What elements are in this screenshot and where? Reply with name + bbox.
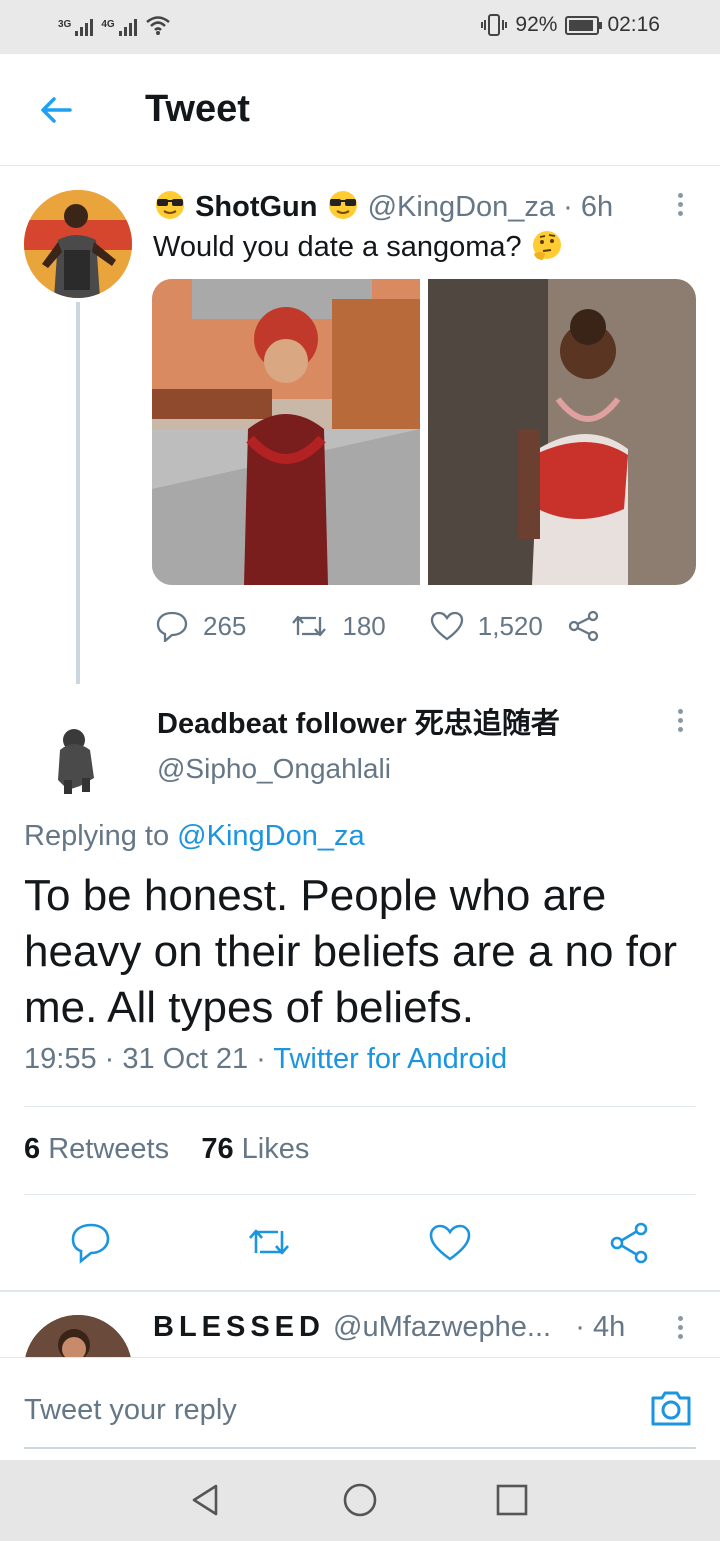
- tweet-media[interactable]: [152, 279, 696, 585]
- reply-icon[interactable]: [68, 1218, 114, 1268]
- clock: 02:16: [607, 13, 660, 36]
- tweet-action-bar: [0, 1218, 720, 1272]
- page-title: Tweet: [145, 88, 250, 130]
- reply-count: 265: [203, 610, 247, 641]
- avatar[interactable]: [24, 690, 132, 798]
- share-icon[interactable]: [607, 1218, 653, 1268]
- reply-input[interactable]: Tweet your reply: [24, 1394, 237, 1427]
- tweet-client-link[interactable]: Twitter for Android: [273, 1043, 507, 1075]
- retweet-icon[interactable]: [246, 1218, 292, 1268]
- signal-icon-2: 4G: [101, 19, 137, 36]
- replying-to-link[interactable]: @KingDon_za: [177, 820, 364, 852]
- retweet-count: 180: [342, 610, 386, 641]
- tweet-header: ShotGun @KingDon_za · 6h: [153, 190, 613, 224]
- media-photo-1[interactable]: [152, 279, 420, 585]
- like-count: 1,520: [477, 610, 543, 641]
- divider: [24, 1106, 696, 1107]
- media-photo-2[interactable]: [428, 279, 696, 585]
- retweet-stat[interactable]: 180: [290, 610, 386, 642]
- thinking-face-emoji-icon: [532, 231, 561, 260]
- heart-icon[interactable]: [427, 1218, 473, 1268]
- reply-stat[interactable]: 265: [155, 610, 246, 642]
- camera-icon[interactable]: [648, 1384, 694, 1430]
- wifi-icon: [145, 16, 170, 35]
- reply-composer: Tweet your reply: [0, 1357, 720, 1461]
- divider: [24, 1194, 696, 1195]
- share-icon[interactable]: [567, 610, 601, 642]
- thread-connector: [76, 302, 80, 684]
- sunglasses-emoji-icon: [156, 191, 184, 219]
- reply-header: BLESSED @uMfazwephe... · 4h: [153, 1311, 625, 1344]
- top-app-bar: Tweet: [0, 54, 720, 166]
- section-divider: [0, 1290, 720, 1292]
- tweet-timestamp: 19:55 · 31 Oct 21 · Twitter for Android: [24, 1043, 508, 1075]
- sunglasses-emoji-icon: [328, 191, 357, 219]
- author-handle[interactable]: @uMfazwephe...: [333, 1311, 551, 1343]
- vibrate-icon: [481, 14, 508, 36]
- author-name[interactable]: ShotGun: [195, 191, 317, 223]
- engagement-counts: 6 Retweets 76 Likes: [24, 1133, 309, 1166]
- signal-icon: 3G: [58, 19, 94, 36]
- retweet-icon: [292, 615, 327, 637]
- nav-home-icon[interactable]: [340, 1480, 380, 1520]
- system-navigation-bar: [0, 1460, 720, 1541]
- battery-icon: [565, 15, 603, 35]
- likes-count-link[interactable]: 76 Likes: [201, 1133, 309, 1165]
- replying-to: Replying to @KingDon_za: [24, 820, 365, 852]
- reply-icon: [156, 611, 188, 642]
- heart-icon: [430, 611, 463, 641]
- more-options-icon[interactable]: [668, 1313, 692, 1343]
- nav-back-icon[interactable]: [186, 1480, 226, 1520]
- tweet-age: · 4h: [575, 1311, 626, 1343]
- battery-percent: 92%: [515, 13, 558, 36]
- more-options-icon[interactable]: [668, 190, 692, 220]
- tweet-age: · 6h: [563, 191, 614, 223]
- author-name[interactable]: BLESSED: [153, 1311, 325, 1343]
- back-arrow-icon[interactable]: [38, 92, 74, 128]
- tweet-text: Would you date a sangoma?: [153, 230, 564, 264]
- status-bar: 3G 4G 92% 02:16: [0, 0, 720, 54]
- reply-author-name[interactable]: Deadbeat follower 死忠追随者: [157, 700, 560, 742]
- input-underline: [24, 1447, 696, 1449]
- avatar[interactable]: [24, 190, 132, 298]
- more-options-icon[interactable]: [668, 706, 692, 736]
- tweet-stats: 265 180 1,520: [155, 604, 601, 648]
- nav-recents-icon[interactable]: [492, 1480, 532, 1520]
- like-stat[interactable]: 1,520: [430, 611, 543, 642]
- reply-text: To be honest. People who are heavy on th…: [24, 871, 678, 1032]
- author-handle[interactable]: @KingDon_za: [368, 191, 555, 223]
- reply-author-handle[interactable]: @Sipho_Ongahlali: [157, 753, 391, 785]
- retweets-count-link[interactable]: 6 Retweets: [24, 1133, 169, 1165]
